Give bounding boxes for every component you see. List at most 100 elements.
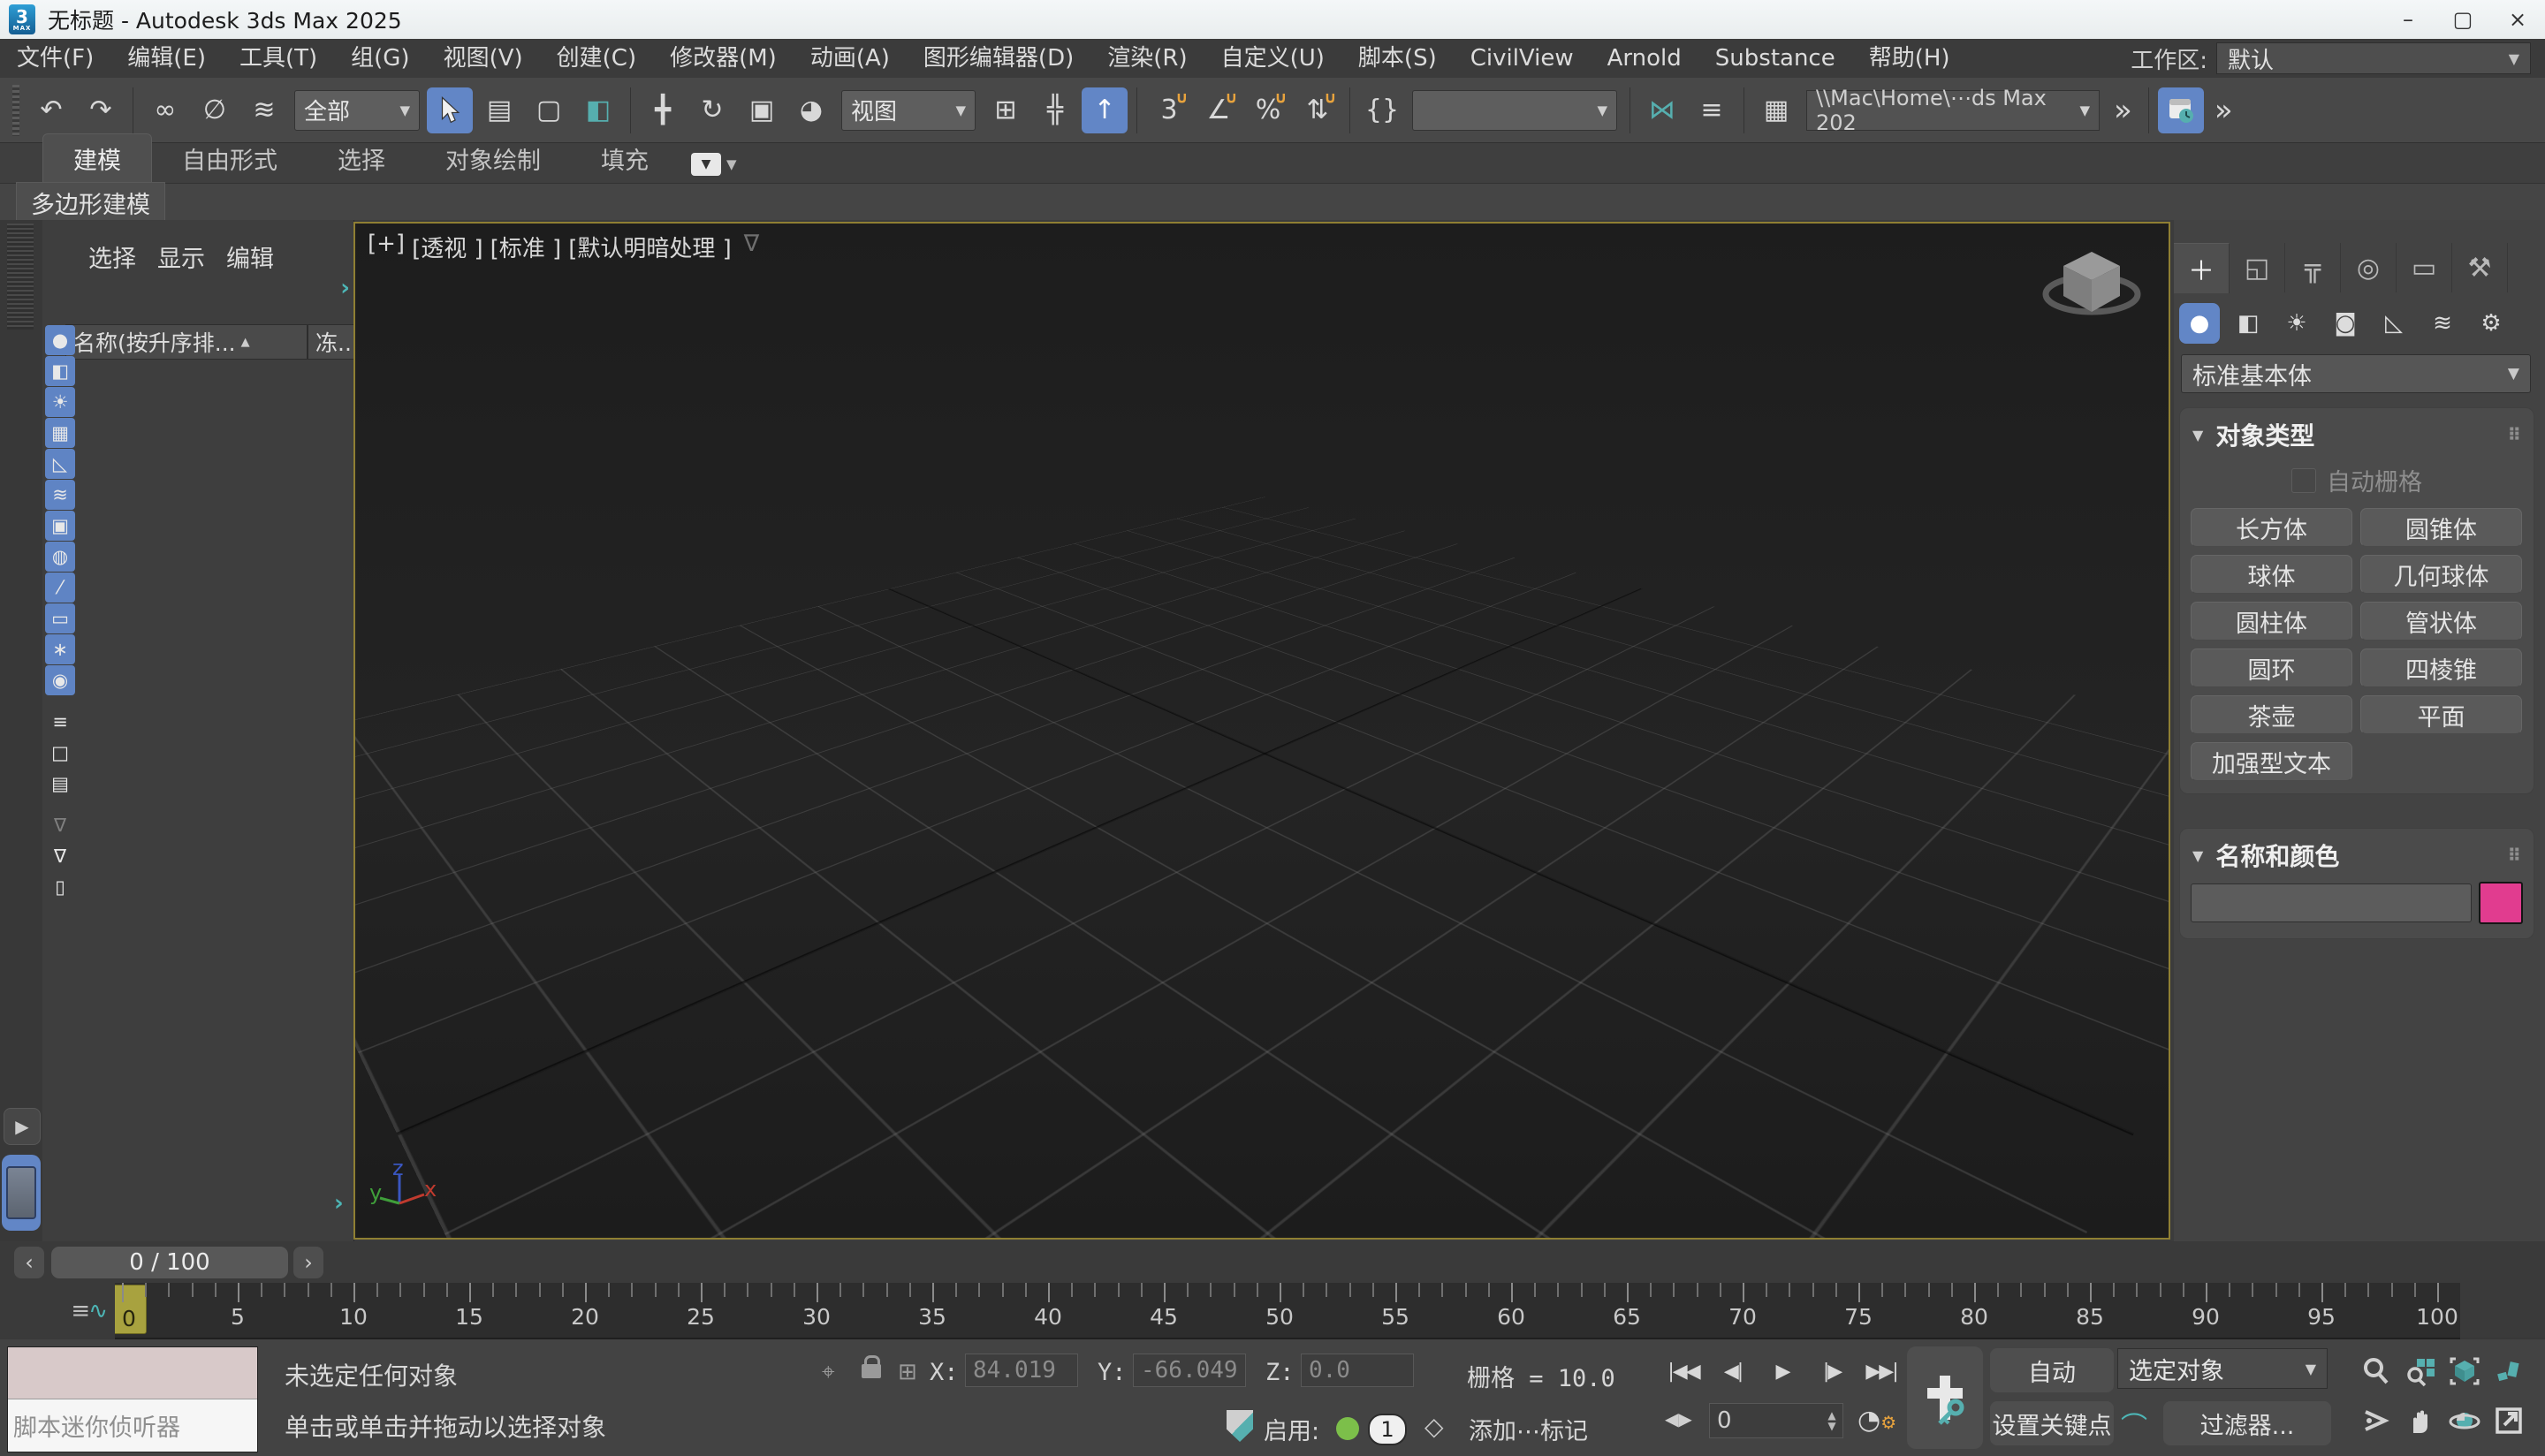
display-hidden-icon[interactable]: ◉ xyxy=(45,665,75,695)
percent-snap-icon[interactable]: %∩ xyxy=(1245,87,1291,133)
object-color-swatch[interactable] xyxy=(2479,882,2523,924)
pan-hand-icon[interactable] xyxy=(2398,1396,2442,1445)
display-bones-icon[interactable]: ⁄ xyxy=(45,573,75,603)
object-button-2[interactable]: 球体 xyxy=(2191,555,2352,594)
display-plain-icon[interactable]: □ xyxy=(45,738,75,768)
transform-gizmo-icon[interactable]: ⌖ xyxy=(822,1359,835,1386)
selection-lock-icon[interactable] xyxy=(862,1364,881,1378)
explorer-menu-2[interactable]: 编辑 xyxy=(226,239,274,274)
close-button[interactable]: × xyxy=(2490,0,2545,39)
select-and-link-icon[interactable]: ∞ xyxy=(142,87,188,133)
tab-hierarchy-icon[interactable]: ╦ xyxy=(2285,243,2341,292)
filter-settings-icon[interactable]: ∇ xyxy=(45,810,75,840)
set-key-button[interactable]: 设置关键点 xyxy=(1990,1401,2114,1445)
orbit-icon[interactable] xyxy=(2442,1396,2487,1445)
selection-filter-dropdown[interactable]: 全部▼ xyxy=(294,90,420,131)
rectangular-selection-region-icon[interactable]: ▢ xyxy=(526,87,572,133)
column-header-name[interactable]: 名称(按升序排...▲ xyxy=(65,324,308,360)
object-button-6[interactable]: 圆环 xyxy=(2191,648,2352,687)
display-materials-icon[interactable]: ≡ xyxy=(45,707,75,737)
object-button-5[interactable]: 管状体 xyxy=(2360,602,2522,641)
ribbon-tab-1[interactable]: 自由形式 xyxy=(152,134,308,183)
play-button[interactable]: ▶ xyxy=(1760,1352,1804,1391)
object-button-4[interactable]: 圆柱体 xyxy=(2191,602,2352,641)
ribbon-tab-0[interactable]: 建模 xyxy=(42,133,152,183)
menu-item-7[interactable]: 动画(A) xyxy=(794,39,907,78)
previous-frame-arrow[interactable]: ‹ xyxy=(14,1247,44,1278)
key-mode-dropdown[interactable]: 选定对象▼ xyxy=(2117,1348,2328,1389)
z-coordinate-field[interactable]: 0.0 xyxy=(1301,1354,1414,1387)
display-cameras-icon[interactable]: ▦ xyxy=(45,418,75,448)
go-to-start-button[interactable]: |◀◀ xyxy=(1661,1352,1706,1391)
add-time-marker[interactable]: 添加⋯标记 xyxy=(1469,1412,1588,1446)
toolbar-overflow-icon[interactable]: » xyxy=(2105,93,2141,128)
viewport-label-segment-3[interactable]: [默认明暗处理 ] xyxy=(568,231,732,263)
object-button-1[interactable]: 圆锥体 xyxy=(2360,508,2522,547)
select-and-manipulate-icon[interactable]: ╬ xyxy=(1032,87,1078,133)
redo-icon[interactable]: ↷ xyxy=(78,87,124,133)
category-space-warps-icon[interactable]: ≋ xyxy=(2422,303,2463,344)
category-systems-icon[interactable]: ⚙ xyxy=(2471,303,2511,344)
notification-count-badge[interactable]: 1 xyxy=(1368,1414,1407,1445)
keyboard-shortcut-override-icon[interactable]: ↑ xyxy=(1082,87,1128,133)
tab-utilities-icon[interactable]: ⚒ xyxy=(2452,243,2508,292)
zoom-extents-icon[interactable] xyxy=(2442,1346,2487,1396)
menu-item-0[interactable]: 文件(F) xyxy=(0,39,110,78)
menu-item-11[interactable]: 脚本(S) xyxy=(1341,39,1454,78)
timeline-ruler[interactable]: 0 51015202530354045505560657075808590951… xyxy=(115,1283,2460,1339)
absolute-offset-toggle-icon[interactable]: ⊞ xyxy=(898,1359,917,1385)
object-button-7[interactable]: 四棱锥 xyxy=(2360,648,2522,687)
bind-to-space-warp-icon[interactable]: ≋ xyxy=(241,87,287,133)
tab-create-icon[interactable]: ＋ xyxy=(2174,243,2230,293)
maximize-viewport-toggle-icon[interactable] xyxy=(2487,1396,2531,1445)
object-type-rollout-header[interactable]: ▼ 对象类型 ⠿ xyxy=(2180,408,2534,458)
menu-item-8[interactable]: 图形编辑器(D) xyxy=(907,39,1090,78)
safe-scene-shield-icon[interactable] xyxy=(1227,1410,1253,1442)
maxscript-mini-listener[interactable]: 脚本迷你侦听器 xyxy=(7,1346,258,1452)
edit-named-selection-sets-icon[interactable]: {} xyxy=(1359,87,1405,133)
scene-cube-icon[interactable]: ◇ xyxy=(1424,1412,1444,1441)
zoom-icon[interactable] xyxy=(2354,1346,2398,1396)
field-of-view-icon[interactable] xyxy=(2354,1396,2398,1445)
render-setup-icon[interactable] xyxy=(2158,87,2204,133)
object-button-10[interactable]: 加强型文本 xyxy=(2191,742,2352,781)
key-mode-toggle-icon[interactable]: ◀▶ xyxy=(1665,1408,1692,1429)
display-containers-icon[interactable]: ◍ xyxy=(45,542,75,572)
x-coordinate-field[interactable]: 84.019 xyxy=(965,1354,1078,1387)
menu-item-14[interactable]: Substance xyxy=(1698,39,1852,78)
maximize-button[interactable]: ▢ xyxy=(2435,0,2490,39)
display-frozen-icon[interactable]: ∗ xyxy=(45,634,75,664)
display-lights-icon[interactable]: ☀ xyxy=(45,387,75,417)
display-groups-icon[interactable]: ▣ xyxy=(45,511,75,541)
spinner-snap-icon[interactable]: ⇅∩ xyxy=(1295,87,1341,133)
tab-modify-icon[interactable]: ◱ xyxy=(2230,243,2285,292)
ribbon-tab-4[interactable]: 填充 xyxy=(571,134,679,183)
object-name-input[interactable] xyxy=(2191,883,2472,922)
window-crossing-icon[interactable]: ◧ xyxy=(575,87,621,133)
frame-spinner[interactable]: ▲▼ xyxy=(1822,1403,1842,1438)
menu-item-4[interactable]: 视图(V) xyxy=(427,39,540,78)
menu-item-15[interactable]: 帮助(H) xyxy=(1852,39,1967,78)
category-shapes-icon[interactable]: ◧ xyxy=(2228,303,2268,344)
display-space-warps-icon[interactable]: ≋ xyxy=(45,480,75,510)
dock-grip[interactable] xyxy=(7,224,34,330)
select-and-rotate-icon[interactable]: ↻ xyxy=(689,87,735,133)
snaps-toggle-icon[interactable]: 3∩ xyxy=(1146,87,1192,133)
previous-frame-button[interactable]: ◀| xyxy=(1711,1352,1755,1391)
ribbon-overflow-icon[interactable]: ▼▼ xyxy=(691,153,737,183)
menu-item-10[interactable]: 自定义(U) xyxy=(1204,39,1341,78)
perspective-viewport[interactable]: [+][透视 ][标准 ][默认明暗处理 ]∇ z x xyxy=(353,222,2170,1240)
layer-explorer-icon[interactable]: ▦ xyxy=(1753,87,1799,133)
auto-key-button[interactable]: 自动 xyxy=(1990,1348,2114,1392)
viewport-layout-tab[interactable] xyxy=(2,1155,41,1231)
display-list-icon[interactable]: ▤ xyxy=(45,769,75,799)
select-object-icon[interactable] xyxy=(427,87,473,133)
explorer-collapse-icon[interactable]: › xyxy=(334,1190,344,1217)
listener-script-row[interactable]: 脚本迷你侦听器 xyxy=(8,1399,257,1452)
explorer-menu-0[interactable]: 选择 xyxy=(88,239,136,274)
menu-item-3[interactable]: 组(G) xyxy=(334,39,426,78)
display-boxes-icon[interactable]: ▭ xyxy=(45,603,75,633)
project-folder-dropdown[interactable]: \\Mac\Home\⋯ds Max 202▼ xyxy=(1806,90,2100,131)
select-by-name-icon[interactable]: ▤ xyxy=(476,87,522,133)
menu-item-12[interactable]: CivilView xyxy=(1454,39,1591,78)
